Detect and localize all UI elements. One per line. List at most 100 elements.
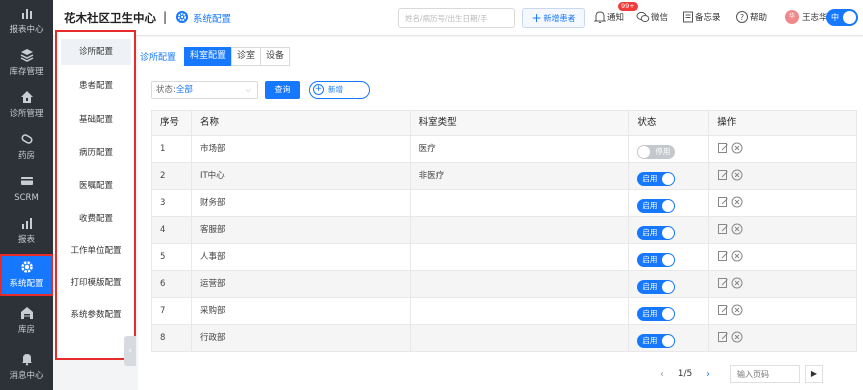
nav-item-clinic[interactable]: 诊所管理 (0, 84, 53, 126)
toggle-knob (662, 200, 675, 212)
nav-item-messages[interactable]: 消息中心 (0, 346, 53, 388)
delete-icon[interactable] (731, 196, 743, 208)
notify-button[interactable]: 通知 (593, 8, 624, 28)
edit-icon[interactable] (717, 331, 729, 343)
page-number-input[interactable] (730, 365, 800, 383)
svg-text:?: ? (740, 13, 744, 22)
edit-icon[interactable] (717, 169, 729, 181)
nav-item-reports[interactable]: 报表 (0, 210, 53, 252)
nav-item-inventory[interactable]: 库存管理 (0, 42, 53, 84)
status-cell: 启用 (629, 325, 710, 351)
avatar[interactable]: 华 (785, 10, 799, 24)
settings-sidebar: 诊所配置 患者配置 基础配置 病历配置 医嘱配置 收费配置 工作单位配置 打印模… (55, 30, 136, 360)
toggle-knob (662, 308, 675, 320)
add-department-button[interactable]: + 新增 (309, 81, 370, 99)
delete-icon[interactable] (731, 223, 743, 235)
department-name: 客服部 (192, 217, 411, 243)
delete-icon[interactable] (731, 304, 743, 316)
settings-item-patient[interactable]: 患者配置 (61, 73, 131, 99)
language-toggle[interactable]: 中 (826, 9, 858, 26)
status-cell: 启用 (629, 298, 710, 324)
status-toggle[interactable]: 启用 (637, 334, 676, 348)
clinic-name: 花木社区卫生中心 (64, 11, 156, 25)
pill-icon (0, 132, 53, 150)
actions-cell (709, 190, 858, 216)
department-type: 非医疗 (411, 163, 630, 189)
actions-cell (709, 217, 858, 243)
bar-chart-icon (0, 6, 53, 24)
row-number: 8 (152, 325, 192, 351)
edit-icon[interactable] (717, 223, 729, 235)
status-toggle[interactable]: 启用 (637, 307, 676, 321)
department-name: 行政部 (192, 325, 411, 351)
main-content: 诊所配置 科室配置 诊室 设备 状态:全部 ⌵ 查询 + 新增 序号 名称 科室类… (138, 37, 863, 390)
edit-icon[interactable] (717, 196, 729, 208)
status-toggle-label: 停用 (655, 147, 671, 156)
next-page-button[interactable]: › (699, 369, 717, 380)
status-toggle[interactable]: 启用 (637, 280, 676, 294)
status-cell: 启用 (629, 217, 710, 243)
wechat-button[interactable]: 微信 (636, 8, 668, 28)
nav-item-scrm[interactable]: SCRM (0, 168, 53, 210)
settings-item-medical-record[interactable]: 病历配置 (61, 140, 131, 166)
delete-icon[interactable] (731, 169, 743, 181)
edit-icon[interactable] (717, 304, 729, 316)
breadcrumb[interactable]: 诊所配置 (140, 50, 176, 63)
delete-icon[interactable] (731, 331, 743, 343)
status-toggle[interactable]: 启用 (637, 172, 676, 186)
row-number: 2 (152, 163, 192, 189)
nav-item-warehouse[interactable]: 库房 (0, 300, 53, 342)
username[interactable]: 王志华 (802, 11, 828, 23)
add-patient-button[interactable]: + 新增患者 (522, 8, 585, 28)
toggle-knob (638, 146, 651, 158)
department-name: 财务部 (192, 190, 411, 216)
memo-icon (683, 11, 693, 23)
column-header: 状态 (629, 111, 710, 135)
prev-page-button[interactable]: ‹ (653, 369, 671, 380)
wechat-label: 微信 (651, 13, 669, 23)
edit-icon[interactable] (717, 142, 729, 154)
column-header: 操作 (709, 111, 858, 135)
nav-item-pharmacy[interactable]: 药房 (0, 126, 53, 168)
status-toggle[interactable]: 启用 (637, 226, 676, 240)
edit-icon[interactable] (717, 277, 729, 289)
status-filter-label: 状态: (156, 85, 176, 95)
settings-item-clinic[interactable]: 诊所配置 (61, 39, 131, 65)
status-toggle[interactable]: 启用 (637, 253, 676, 267)
toggle-knob (662, 227, 675, 239)
wechat-icon (636, 11, 650, 22)
settings-item-basic[interactable]: 基础配置 (61, 107, 131, 133)
table-row: 3 财务部 启用 (152, 190, 858, 217)
delete-icon[interactable] (731, 142, 743, 154)
query-button[interactable]: 查询 (265, 81, 300, 99)
table-body: 1 市场部 医疗 停用 2 IT中心 非医疗 启用 3 财务部 启用 4 客服部 启用 5 人事部 启用 6 运营部… (152, 136, 858, 352)
status-toggle[interactable]: 停用 (637, 145, 676, 159)
layers-icon (0, 48, 53, 66)
collapse-sidebar-handle[interactable]: ‹ (124, 336, 136, 366)
nav-item-report-center[interactable]: 报表中心 (0, 0, 53, 42)
nav-item-system-config[interactable]: 系统配置 (0, 254, 53, 296)
settings-item-work-unit[interactable]: 工作单位配置 (61, 238, 131, 264)
department-name: 运营部 (192, 271, 411, 297)
status-filter-select[interactable]: 状态:全部 ⌵ (151, 81, 258, 99)
table-row: 2 IT中心 非医疗 启用 (152, 163, 858, 190)
settings-item-print-template[interactable]: 打印模版配置 (61, 270, 131, 296)
tab-consult-room[interactable]: 诊室 (231, 47, 262, 66)
settings-item-system-params[interactable]: 系统参数配置 (61, 302, 131, 328)
delete-icon[interactable] (731, 277, 743, 289)
department-name: 市场部 (192, 136, 411, 162)
status-toggle[interactable]: 启用 (637, 199, 676, 213)
row-number: 6 (152, 271, 192, 297)
status-cell: 停用 (629, 136, 710, 162)
tab-department[interactable]: 科室配置 (184, 47, 233, 66)
settings-item-order[interactable]: 医嘱配置 (61, 173, 131, 199)
memo-button[interactable]: 备忘录 (682, 8, 721, 28)
go-page-button[interactable]: ▶ (805, 365, 823, 383)
tab-equipment[interactable]: 设备 (260, 47, 291, 66)
patient-search-input[interactable] (398, 8, 515, 28)
delete-icon[interactable] (731, 250, 743, 262)
table-header-row: 序号 名称 科室类型 状态 操作 (152, 111, 858, 136)
help-button[interactable]: ? 帮助 (735, 8, 767, 28)
settings-item-fee[interactable]: 收费配置 (61, 206, 131, 232)
edit-icon[interactable] (717, 250, 729, 262)
